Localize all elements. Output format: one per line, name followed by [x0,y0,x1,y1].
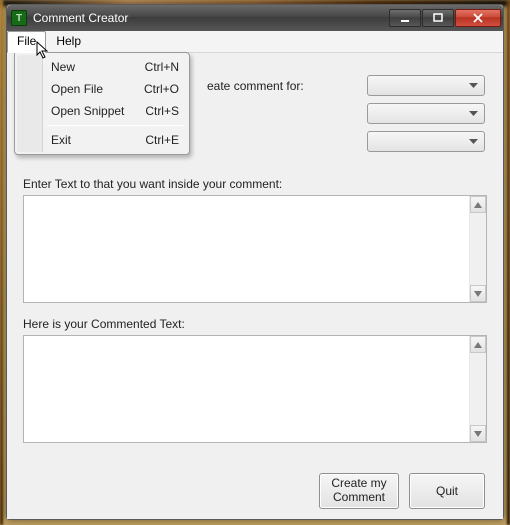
menu-separator [47,125,185,126]
menubar: File Help [7,31,503,53]
minimize-button[interactable] [389,9,421,27]
maximize-button[interactable] [422,9,454,27]
output-label: Here is your Commented Text: [23,317,487,331]
chevron-down-icon [469,83,478,89]
window-title: Comment Creator [33,11,389,25]
menu-item-exit[interactable]: Exit Ctrl+E [17,129,187,151]
create-comment-button[interactable]: Create my Comment [319,473,399,509]
combo-option-2[interactable] [367,103,485,124]
menu-item-shortcut: Ctrl+N [145,60,179,74]
menu-item-label: New [51,60,145,74]
menu-item-shortcut: Ctrl+O [144,82,179,96]
input-label: Enter Text to that you want inside your … [23,177,487,191]
scroll-down-icon[interactable] [470,285,486,302]
menu-help[interactable]: Help [46,31,91,53]
output-textarea[interactable] [23,335,487,443]
combo-option-3[interactable] [367,131,485,152]
input-textarea[interactable] [23,195,487,303]
menu-item-open-snippet[interactable]: Open Snippet Ctrl+S [17,100,187,122]
menu-item-shortcut: Ctrl+E [145,133,179,147]
close-button[interactable] [455,9,501,27]
scroll-up-icon[interactable] [470,336,486,353]
menu-item-new[interactable]: New Ctrl+N [17,56,187,78]
output-textarea-content[interactable] [24,336,469,442]
quit-button[interactable]: Quit [409,473,485,509]
menu-item-label: Open File [51,82,144,96]
app-window: T Comment Creator File Help eate comment… [6,4,504,520]
scrollbar[interactable] [469,336,486,442]
chevron-down-icon [469,111,478,117]
language-prompt-label: eate comment for: [207,79,304,93]
scrollbar[interactable] [469,196,486,302]
menu-item-shortcut: Ctrl+S [145,104,179,118]
app-icon: T [11,10,27,26]
menu-item-open-file[interactable]: Open File Ctrl+O [17,78,187,100]
scroll-down-icon[interactable] [470,425,486,442]
chevron-down-icon [469,139,478,145]
combo-language[interactable] [367,75,485,96]
titlebar[interactable]: T Comment Creator [7,5,503,31]
menu-item-label: Exit [51,133,145,147]
menu-file[interactable]: File [7,31,46,53]
file-menu-dropdown: New Ctrl+N Open File Ctrl+O Open Snippet… [14,52,190,155]
scroll-up-icon[interactable] [470,196,486,213]
input-textarea-content[interactable] [24,196,469,302]
menu-item-label: Open Snippet [51,104,145,118]
